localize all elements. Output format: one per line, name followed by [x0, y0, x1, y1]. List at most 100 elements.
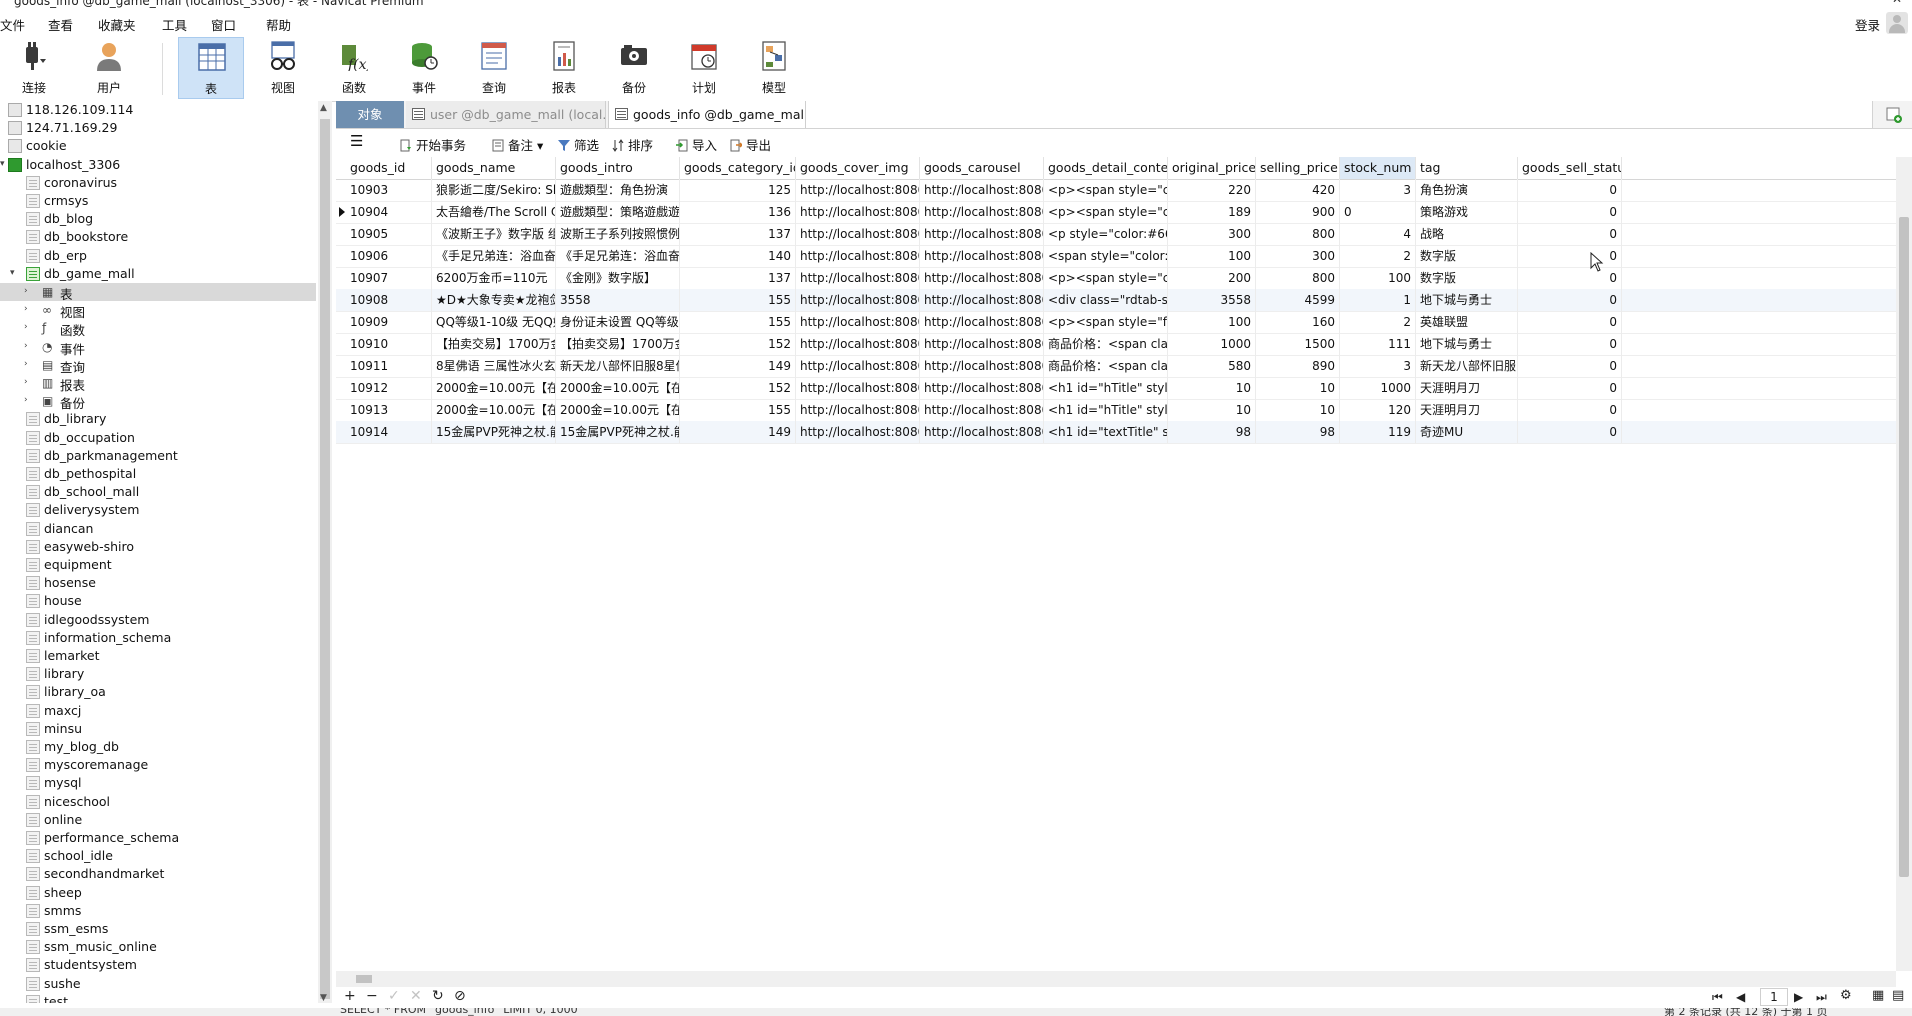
column-header[interactable]: original_price: [1168, 157, 1256, 179]
form-view-icon[interactable]: ▤: [1892, 988, 1904, 1003]
table-cell[interactable]: 140: [680, 245, 796, 267]
table-cell[interactable]: 10913: [346, 399, 432, 421]
table-cell[interactable]: 100: [1168, 245, 1256, 267]
table-cell[interactable]: 10907: [346, 267, 432, 289]
sidebar-item[interactable]: studentsystem: [0, 956, 316, 974]
column-header[interactable]: goods_detail_content: [1044, 157, 1168, 179]
sidebar-scroll-thumb[interactable]: [320, 119, 330, 999]
sidebar-item[interactable]: mysql: [0, 774, 316, 792]
column-header[interactable]: goods_cover_img: [796, 157, 920, 179]
table-cell[interactable]: 英雄联盟: [1416, 311, 1518, 333]
table-cell[interactable]: 580: [1168, 355, 1256, 377]
table-cell[interactable]: 3558: [1168, 289, 1256, 311]
table-cell[interactable]: 0: [1518, 355, 1622, 377]
column-header[interactable]: goods_intro: [556, 157, 680, 179]
table-cell[interactable]: 天涯明月刀: [1416, 399, 1518, 421]
sidebar-item[interactable]: ssm_music_online: [0, 938, 316, 956]
column-header[interactable]: goods_name: [432, 157, 556, 179]
sidebar-item[interactable]: 124.71.169.29: [0, 119, 316, 137]
table-cell[interactable]: <h1 id="hTitle" style="for: [1044, 399, 1168, 421]
table-cell[interactable]: 0: [1518, 289, 1622, 311]
table-cell[interactable]: http://localhost:8080/uplo: [796, 421, 920, 443]
table-cell[interactable]: 155: [680, 289, 796, 311]
minimize-button[interactable]: –: [1846, 0, 1852, 6]
menu-tools[interactable]: 工具: [162, 15, 187, 34]
table-cell[interactable]: http://localhost:8080/uplo: [920, 377, 1044, 399]
begin-transaction-button[interactable]: 开始事务: [400, 135, 466, 154]
user-avatar-icon[interactable]: [1886, 12, 1908, 34]
table-row[interactable]: 109118星佛语 三属性冰火玄142点新天龙八部怀旧服8星佛语 三149htt…: [336, 355, 1896, 378]
expand-arrow-right-icon[interactable]: ›: [24, 359, 28, 369]
table-cell[interactable]: <p><span style="color:#: [1044, 267, 1168, 289]
sidebar-item[interactable]: easyweb-shiro: [0, 538, 316, 556]
row-marker[interactable]: [336, 399, 346, 421]
table-cell[interactable]: 120: [1340, 399, 1416, 421]
table-row[interactable]: 109132000金=10.00元【在线发货2000金=10.00元【在线发货1…: [336, 399, 1896, 422]
table-cell[interactable]: 0: [1518, 311, 1622, 333]
sidebar-scrollbar[interactable]: ▲ ▼: [318, 101, 332, 1003]
prev-page-icon[interactable]: ◀: [1736, 990, 1745, 1004]
tab-objects[interactable]: 对象: [336, 101, 404, 128]
table-cell[interactable]: 0: [1518, 245, 1622, 267]
table-cell[interactable]: http://localhost:8080/uplo: [796, 377, 920, 399]
expand-arrow-right-icon[interactable]: ›: [24, 286, 28, 296]
table-cell[interactable]: 15金属PVP死神之杖.能打架: [556, 421, 680, 443]
table-cell[interactable]: 奇迹MU: [1416, 421, 1518, 443]
stop-icon[interactable]: ⊘: [454, 988, 466, 1004]
sidebar-item[interactable]: online: [0, 811, 316, 829]
table-cell[interactable]: http://localhost:8080/uplo: [920, 311, 1044, 333]
table-cell[interactable]: http://localhost:8080/uplo: [920, 355, 1044, 377]
sidebar-item[interactable]: smms: [0, 902, 316, 920]
sidebar-item[interactable]: coronavirus: [0, 174, 316, 192]
table-cell[interactable]: 2000金=10.00元【在线发货: [556, 377, 680, 399]
table-cell[interactable]: http://localhost:8080/uplo: [796, 179, 920, 201]
table-cell[interactable]: 身份证未设置 QQ等级1-10级: [556, 311, 680, 333]
table-cell[interactable]: 15金属PVP死神之杖.能打架: [432, 421, 556, 443]
refresh-icon[interactable]: ↻: [432, 988, 444, 1004]
table-cell[interactable]: http://localhost:8080/uplo: [920, 399, 1044, 421]
table-cell[interactable]: 10904: [346, 201, 432, 223]
sidebar-item[interactable]: crmsys: [0, 192, 316, 210]
table-cell[interactable]: 4599: [1256, 289, 1340, 311]
table-cell[interactable]: 遊戲類型：角色扮演: [556, 179, 680, 201]
table-cell[interactable]: 200: [1168, 267, 1256, 289]
table-cell[interactable]: 890: [1256, 355, 1340, 377]
table-cell[interactable]: http://localhost:8080/uplo: [920, 223, 1044, 245]
table-cell[interactable]: 《手足兄弟连：浴血奋战》: [432, 245, 556, 267]
table-cell[interactable]: 地下城与勇士: [1416, 333, 1518, 355]
table-cell[interactable]: 10910: [346, 333, 432, 355]
table-cell[interactable]: 新天龙八部怀旧服8星佛语 三: [556, 355, 680, 377]
table-row[interactable]: 10905《波斯王子》数字版 组合包波斯王子系列按照惯例将继续137http:/…: [336, 223, 1896, 246]
row-marker[interactable]: [336, 355, 346, 377]
sidebar-item[interactable]: myscoremanage: [0, 756, 316, 774]
table-cell[interactable]: 160: [1256, 311, 1340, 333]
sidebar-item[interactable]: maxcj: [0, 702, 316, 720]
column-header[interactable]: tag: [1416, 157, 1518, 179]
table-row[interactable]: 109122000金=10.00元【在线发货2000金=10.00元【在线发货1…: [336, 377, 1896, 400]
tab-user-table[interactable]: user @db_game_mall (local...: [406, 101, 606, 128]
table-cell[interactable]: 波斯王子系列按照惯例将继续: [556, 223, 680, 245]
table-cell[interactable]: <p><span style="color:#: [1044, 179, 1168, 201]
user-button[interactable]: 用户: [76, 37, 142, 99]
table-cell[interactable]: 10: [1256, 399, 1340, 421]
sidebar-item[interactable]: sheep: [0, 884, 316, 902]
table-cell[interactable]: 0: [1518, 333, 1622, 355]
table-cell[interactable]: ★D★大象专卖★龙袍剑帝，: [432, 289, 556, 311]
table-cell[interactable]: 800: [1256, 223, 1340, 245]
sidebar-item[interactable]: › ▤ 查询: [0, 356, 316, 375]
sidebar-item[interactable]: 118.126.109.114: [0, 101, 316, 119]
table-cell[interactable]: 0: [1518, 377, 1622, 399]
sidebar-item[interactable]: › ▥ 报表: [0, 374, 316, 393]
table-cell[interactable]: 100: [1340, 267, 1416, 289]
table-row[interactable]: 10909QQ等级1-10级 无QQ好友身份证未设置 QQ等级1-10级155h…: [336, 311, 1896, 334]
table-cell[interactable]: 119: [1340, 421, 1416, 443]
tab-goods-info-table[interactable]: goods_info @db_game_mal...: [608, 101, 806, 128]
table-cell[interactable]: 98: [1168, 421, 1256, 443]
sidebar-item[interactable]: › ∞ 视图: [0, 301, 316, 320]
table-cell[interactable]: 角色扮演: [1416, 179, 1518, 201]
table-cell[interactable]: 1: [1340, 289, 1416, 311]
grid-horizontal-scrollbar[interactable]: [336, 971, 1896, 987]
expand-arrow-down-icon[interactable]: ▾: [0, 159, 5, 169]
table-cell[interactable]: 155: [680, 399, 796, 421]
table-cell[interactable]: http://localhost:8080/uplo: [920, 267, 1044, 289]
